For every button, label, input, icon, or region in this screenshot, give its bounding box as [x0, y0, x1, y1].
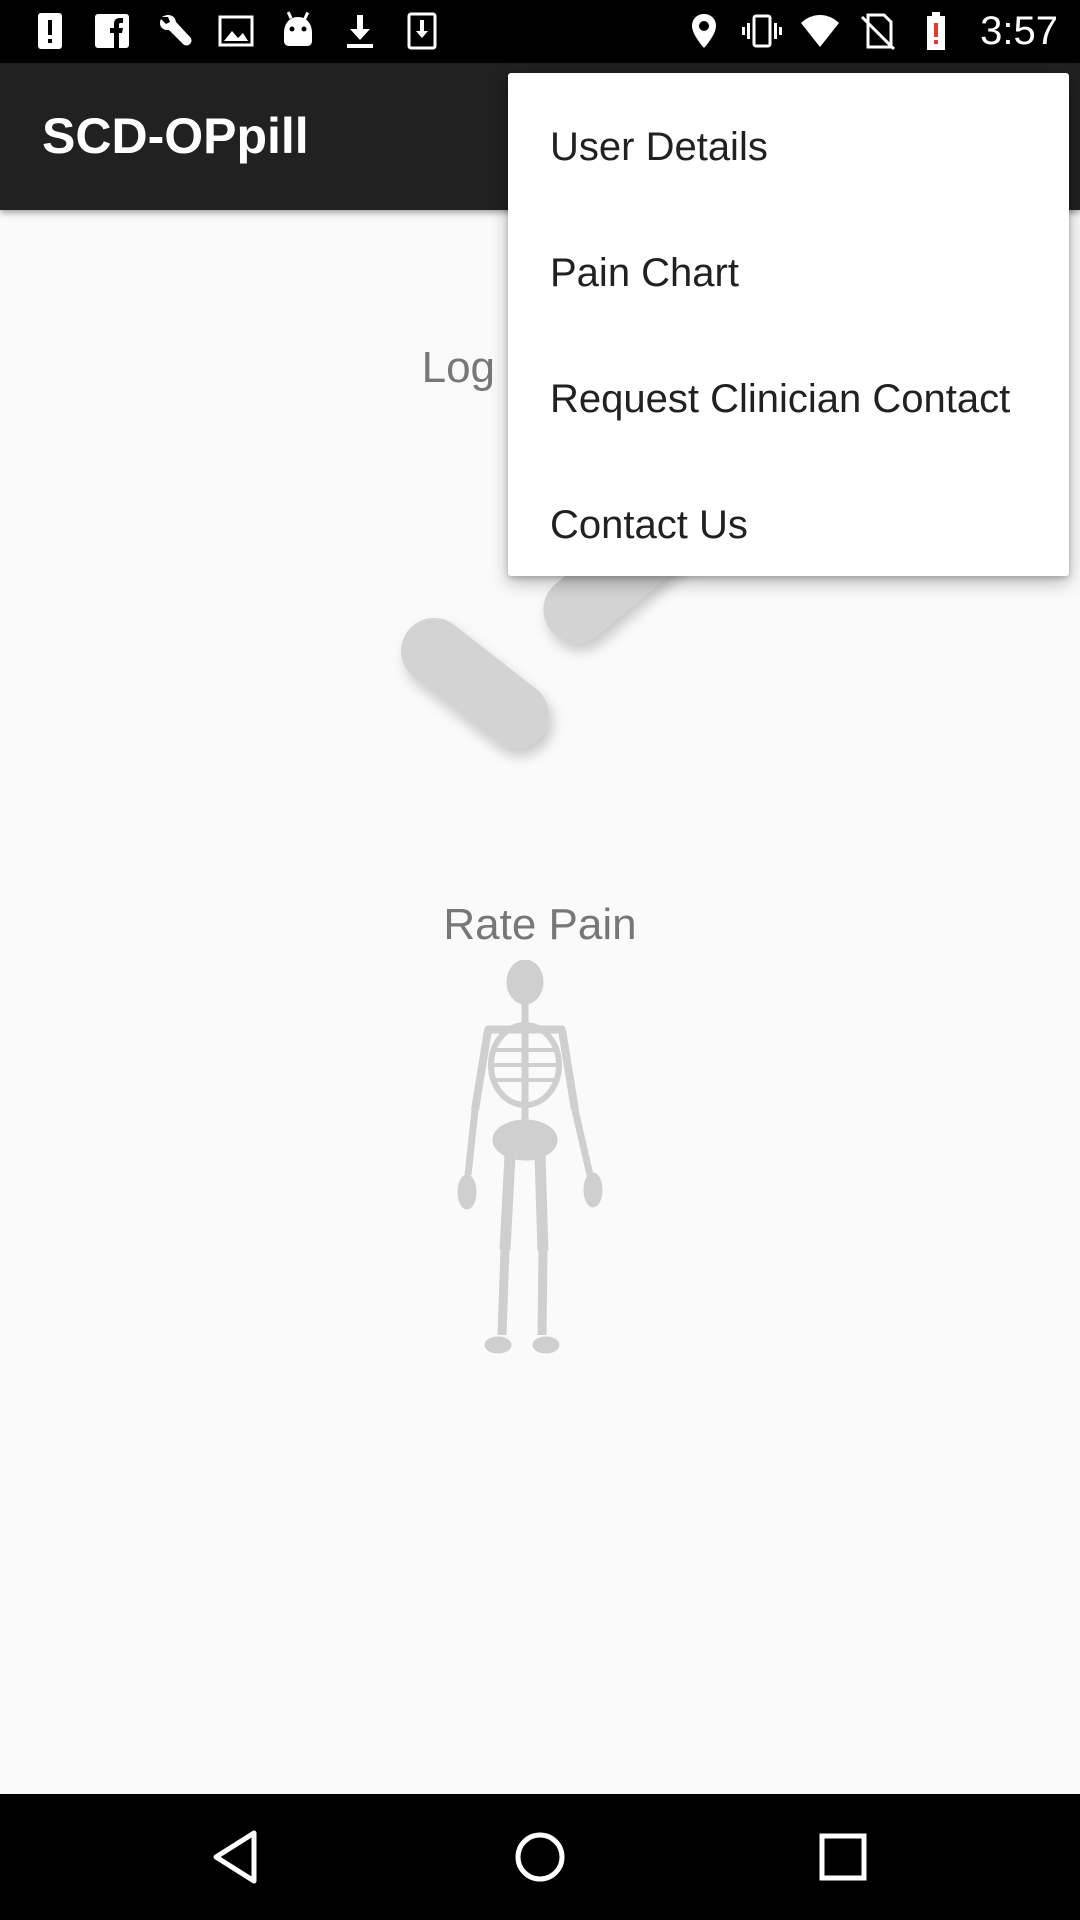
overflow-menu: User Details Pain Chart Request Clinicia…: [508, 73, 1069, 576]
clock: 3:57: [980, 8, 1058, 53]
vibrate-icon: [742, 14, 783, 48]
battery-alert-icon: [927, 12, 946, 50]
navigation-bar: [0, 1794, 1080, 1920]
download-box-icon: [407, 12, 437, 50]
menu-item-contact-us[interactable]: Contact Us: [508, 462, 1069, 588]
home-icon[interactable]: [510, 1827, 570, 1887]
alert-icon: [38, 13, 62, 49]
menu-item-pain-chart[interactable]: Pain Chart: [508, 210, 1069, 336]
back-icon[interactable]: [206, 1827, 266, 1887]
android-icon: [284, 11, 312, 46]
recents-icon[interactable]: [813, 1827, 873, 1887]
menu-item-request-clinician-contact[interactable]: Request Clinician Contact: [508, 336, 1069, 462]
notification-icons: [30, 8, 442, 54]
screen: 3:57 SCD-OPpill Log Me P Rate Pain: [0, 0, 1080, 1920]
menu-item-user-details[interactable]: User Details: [508, 84, 1069, 210]
location-icon: [692, 14, 717, 48]
app-title: SCD-OPpill: [42, 108, 309, 164]
no-sim-icon: [861, 13, 896, 51]
facebook-icon: [95, 14, 129, 48]
wrench-icon: [159, 14, 192, 46]
image-icon: [218, 15, 254, 47]
wifi-icon: [801, 15, 840, 47]
rate-pain-label[interactable]: Rate Pain: [0, 900, 1080, 950]
download-icon: [347, 15, 373, 48]
status-bar: 3:57: [0, 0, 1080, 63]
system-icons: 3:57: [684, 8, 1058, 54]
skeleton-icon[interactable]: [430, 960, 630, 1360]
